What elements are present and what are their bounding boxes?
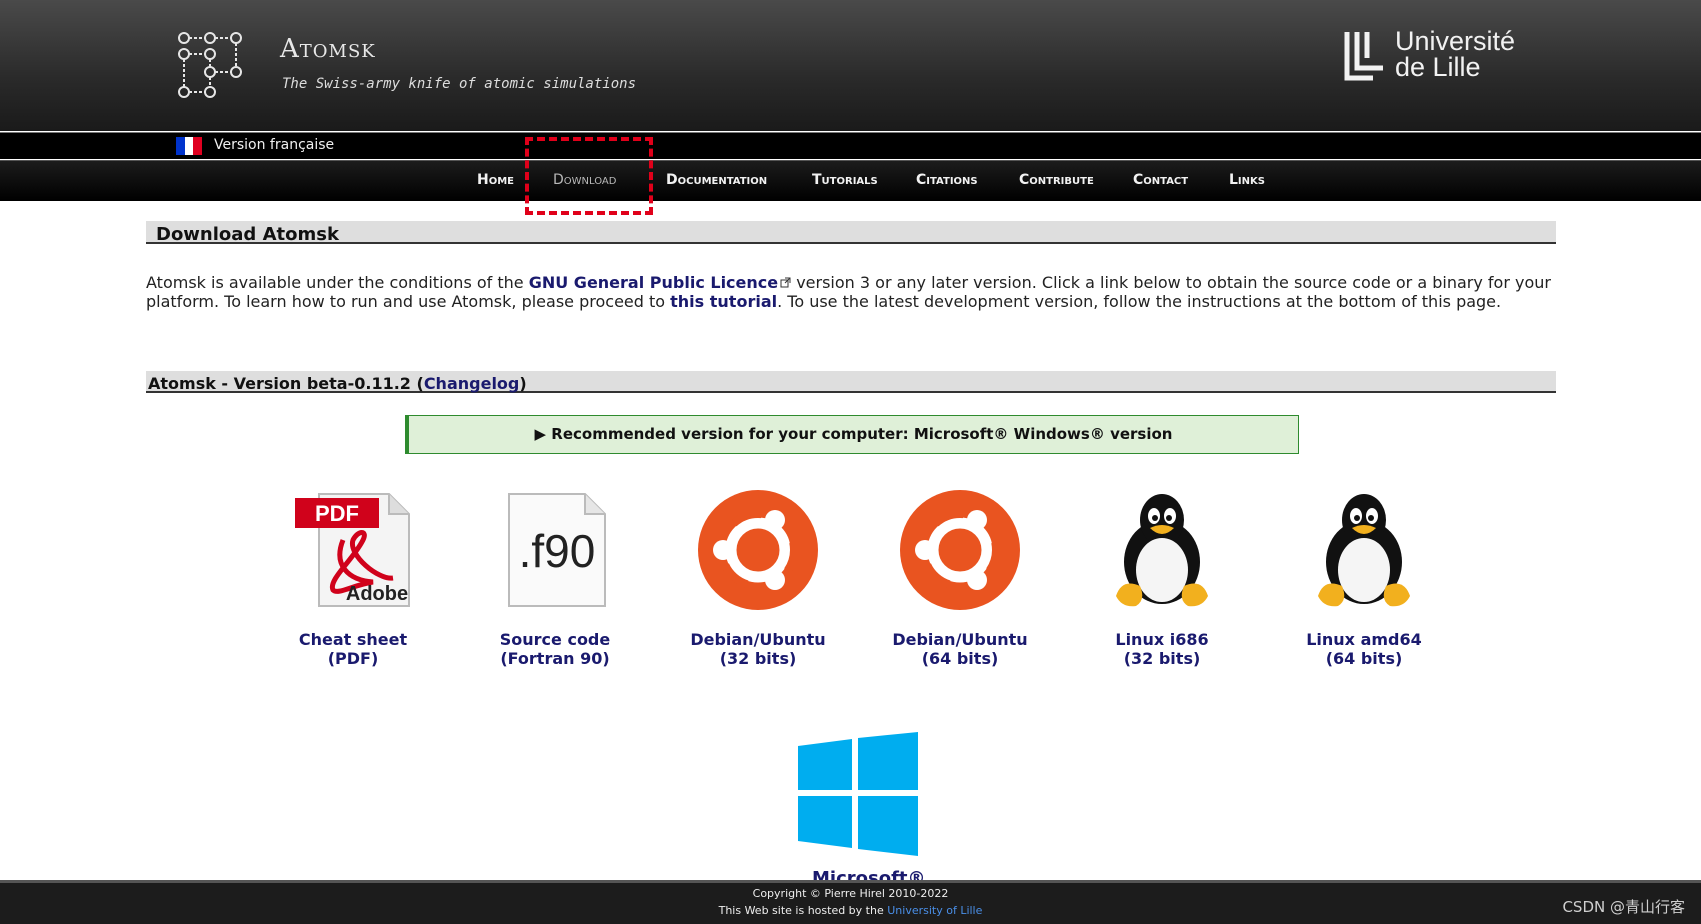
university-of-lille-logo[interactable]: Université de Lille	[1343, 28, 1523, 88]
site-footer: Copyright © Pierre Hirel 2010-2022 This …	[0, 880, 1701, 924]
windows-logo-icon	[798, 732, 918, 856]
french-flag-icon[interactable]	[176, 137, 203, 155]
page-title-bar: Download Atomsk	[146, 221, 1556, 245]
download-windows[interactable]	[796, 732, 920, 856]
f90-file-icon: .f90	[508, 493, 606, 607]
download-debian-32[interactable]: Debian/Ubuntu (32 bits)	[668, 490, 848, 680]
download-label[interactable]: Debian/Ubuntu (64 bits)	[870, 630, 1050, 668]
nav-home[interactable]: Home	[477, 172, 514, 188]
site-header: Atomsk The Swiss-army knife of atomic si…	[0, 0, 1701, 131]
tux-icon	[1318, 494, 1410, 607]
page-title: Download Atomsk	[156, 224, 339, 245]
gpl-licence-link[interactable]: GNU General Public Licence	[529, 273, 778, 292]
version-bar: Atomsk - Version beta-0.11.2 (Changelog)	[146, 371, 1556, 393]
language-bar: Version française	[0, 132, 1701, 159]
nav-contact[interactable]: Contact	[1133, 172, 1188, 188]
ubuntu-icon	[900, 490, 1020, 610]
download-label[interactable]: Debian/Ubuntu (32 bits)	[668, 630, 848, 668]
nav-links[interactable]: Links	[1229, 172, 1265, 188]
nav-tutorials[interactable]: Tutorials	[812, 172, 878, 188]
pdf-icon: PDF Adobe	[295, 493, 410, 607]
footer-hosting: This Web site is hosted by the Universit…	[718, 904, 983, 917]
svg-text:.f90: .f90	[519, 525, 596, 577]
tux-icon	[1116, 494, 1208, 607]
changelog-link[interactable]: Changelog	[424, 374, 520, 393]
download-label[interactable]: Linux i686 (32 bits)	[1072, 630, 1252, 668]
nav-citations[interactable]: Citations	[916, 172, 978, 188]
university-name: Université de Lille	[1395, 26, 1516, 82]
recommended-version-banner[interactable]: ▶ Recommended version for your computer:…	[405, 415, 1299, 454]
main-nav: Home Download Documentation Tutorials Ci…	[0, 160, 1701, 201]
download-label[interactable]: Linux amd64 (64 bits)	[1274, 630, 1454, 668]
footer-copyright: Copyright © Pierre Hirel 2010-2022	[752, 887, 949, 900]
nav-download[interactable]: Download	[553, 172, 616, 188]
download-label[interactable]: Cheat sheet (PDF)	[263, 630, 443, 668]
csdn-watermark: CSDN @青山行客	[1562, 898, 1685, 916]
ubuntu-icon	[698, 490, 818, 610]
university-link[interactable]: University of Lille	[887, 904, 982, 917]
atomsk-logo-icon[interactable]	[174, 30, 244, 100]
download-linux-amd64[interactable]: Linux amd64 (64 bits)	[1274, 490, 1454, 680]
download-label[interactable]: Source code (Fortran 90)	[465, 630, 645, 668]
download-cheat-sheet[interactable]: PDF Adobe Cheat sheet (PDF)	[263, 490, 443, 680]
tutorial-link[interactable]: this tutorial	[670, 292, 777, 311]
site-tagline: The Swiss-army knife of atomic simulatio…	[282, 76, 637, 92]
download-source-code[interactable]: .f90 Source code (Fortran 90)	[465, 490, 645, 680]
nav-documentation[interactable]: Documentation	[666, 172, 767, 188]
svg-text:Adobe: Adobe	[346, 583, 408, 605]
external-link-icon	[780, 277, 791, 288]
download-debian-64[interactable]: Debian/Ubuntu (64 bits)	[870, 490, 1050, 680]
university-logo-icon	[1344, 32, 1383, 81]
version-title: Atomsk - Version beta-0.11.2 (Changelog)	[148, 374, 527, 393]
svg-text:PDF: PDF	[315, 501, 359, 526]
intro-paragraph: Atomsk is available under the conditions…	[146, 273, 1551, 311]
nav-contribute[interactable]: Contribute	[1019, 172, 1094, 188]
download-linux-i686[interactable]: Linux i686 (32 bits)	[1072, 490, 1252, 680]
site-title[interactable]: Atomsk	[280, 34, 376, 64]
french-version-link[interactable]: Version française	[214, 137, 334, 153]
